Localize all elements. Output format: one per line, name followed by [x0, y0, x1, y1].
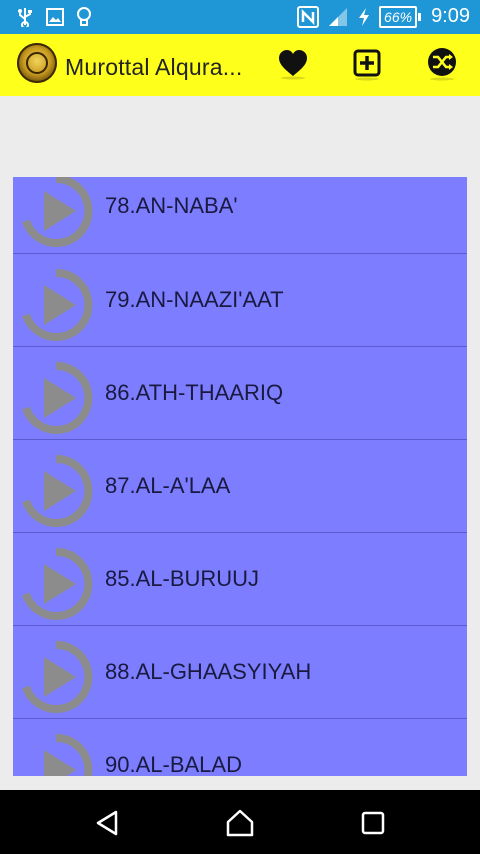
battery-icon: 66%	[379, 5, 422, 28]
recent-apps-icon[interactable]	[358, 808, 388, 838]
list-item[interactable]: 85.AL-BURUUJ	[13, 532, 467, 625]
play-icon[interactable]	[18, 639, 94, 715]
add-box-icon[interactable]	[351, 47, 385, 81]
back-icon[interactable]	[92, 808, 122, 838]
list-item[interactable]: 86.ATH-THAARIQ	[13, 346, 467, 439]
heart-icon[interactable]	[276, 47, 310, 81]
charging-icon	[357, 7, 371, 27]
surah-title: 88.AL-GHAASYIYAH	[105, 659, 312, 684]
nfc-icon	[297, 5, 320, 28]
usb-icon	[16, 7, 34, 27]
list-item[interactable]: 88.AL-GHAASYIYAH	[13, 625, 467, 718]
surah-title: 90.AL-BALAD	[105, 752, 242, 776]
surah-list[interactable]: 78.AN-NABA' 79.AN-NAAZI'AAT 86.ATH-THAAR…	[13, 177, 467, 776]
lightbulb-icon	[76, 7, 92, 27]
list-item[interactable]: 79.AN-NAAZI'AAT	[13, 253, 467, 346]
battery-percent: 66%	[379, 5, 418, 28]
list-item[interactable]: 90.AL-BALAD	[13, 718, 467, 776]
list-item[interactable]: 78.AN-NABA'	[13, 177, 467, 253]
signal-icon	[327, 6, 349, 28]
play-icon[interactable]	[18, 546, 94, 622]
surah-title: 85.AL-BURUUJ	[105, 566, 260, 591]
surah-title: 78.AN-NABA'	[105, 193, 238, 218]
shuffle-icon[interactable]	[426, 47, 460, 81]
image-icon	[46, 8, 64, 26]
play-icon[interactable]	[18, 732, 94, 776]
play-icon[interactable]	[18, 267, 94, 343]
notification-icons	[16, 7, 92, 27]
app-logo-icon	[17, 43, 57, 83]
navigation-bar	[0, 790, 480, 854]
surah-title: 87.AL-A'LAA	[105, 473, 231, 498]
system-icons: 66% 9:09	[297, 5, 470, 28]
status-bar: 66% 9:09	[0, 0, 480, 34]
play-icon[interactable]	[18, 177, 94, 249]
list-item[interactable]: 87.AL-A'LAA	[13, 439, 467, 532]
app-title: Murottal Alqura...	[65, 54, 243, 80]
surah-title: 79.AN-NAAZI'AAT	[105, 287, 284, 312]
app-bar: Murottal Alqura...	[0, 34, 480, 96]
play-icon[interactable]	[18, 360, 94, 436]
play-icon[interactable]	[18, 453, 94, 529]
surah-title: 86.ATH-THAARIQ	[105, 380, 284, 405]
home-icon[interactable]	[225, 808, 255, 838]
clock: 9:09	[431, 5, 470, 27]
